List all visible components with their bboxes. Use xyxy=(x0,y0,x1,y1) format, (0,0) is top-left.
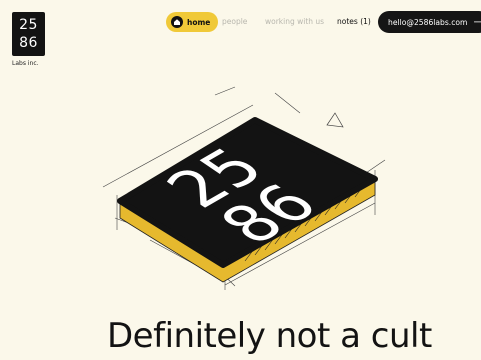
nav-working-with-us[interactable]: working with us xyxy=(265,17,324,26)
brand-logo[interactable]: 25 86 Labs inc. xyxy=(12,12,45,67)
page-headline: Definitely not a cult xyxy=(107,316,432,356)
nav-home-button[interactable]: home xyxy=(166,12,219,32)
logo-mark: 25 86 xyxy=(12,12,45,56)
logo-bottom-digits: 86 xyxy=(19,35,38,51)
sketch-triangle xyxy=(326,112,344,128)
hero-illustration: 25 86 xyxy=(102,86,386,290)
nav-home-label: home xyxy=(187,17,211,27)
home-icon xyxy=(171,16,183,28)
email-button[interactable]: hello@2586labs.com ⟶ xyxy=(378,11,481,33)
nav-notes[interactable]: notes (1) xyxy=(337,17,371,26)
main-nav: home xyxy=(166,12,219,32)
email-label: hello@2586labs.com xyxy=(388,17,468,27)
arrow-right-icon: ⟶ xyxy=(473,16,481,28)
logo-top-digits: 25 xyxy=(19,17,38,33)
nav-people[interactable]: people xyxy=(222,17,247,26)
logo-subtitle: Labs inc. xyxy=(12,60,39,67)
